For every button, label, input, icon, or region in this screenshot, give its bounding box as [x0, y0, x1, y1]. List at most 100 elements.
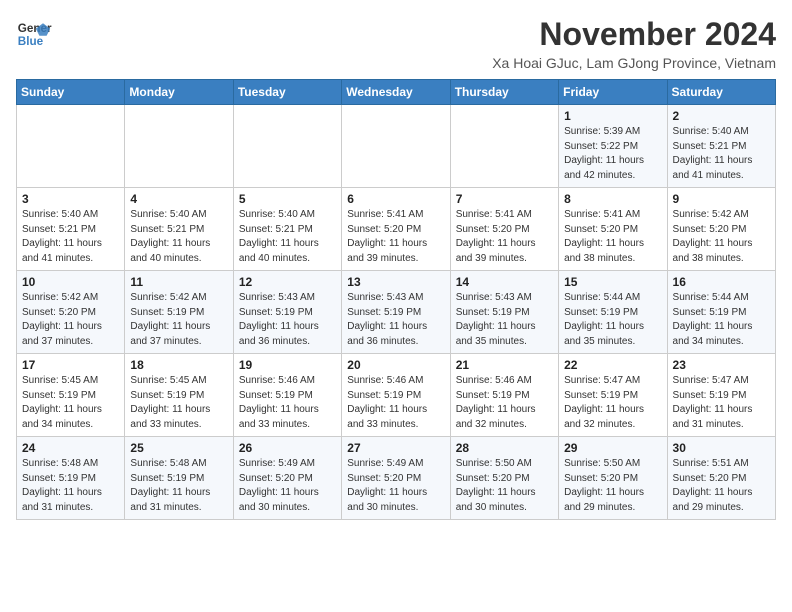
day-number: 3 — [22, 192, 119, 206]
day-info: Sunrise: 5:41 AM Sunset: 5:20 PM Dayligh… — [347, 208, 444, 266]
day-cell: 27 Sunrise: 5:49 AM Sunset: 5:20 PM Dayli… — [342, 437, 450, 520]
day-number: 11 — [130, 275, 227, 289]
day-cell: 15Sunrise: 5:44 AM Sunset: 5:19 PM Dayli… — [559, 271, 667, 354]
col-header-saturday: Saturday — [667, 80, 775, 105]
day-info: Sunrise: 5:40 AM Sunset: 5:21 PM Dayligh… — [673, 125, 770, 183]
day-info: Sunrise: 5:44 AM Sunset: 5:19 PM Dayligh… — [673, 291, 770, 349]
calendar-header-row: SundayMondayTuesdayWednesdayThursdayFrid… — [17, 80, 776, 105]
day-info: Sunrise: 5:48 AM Sunset: 5:19 PM Dayligh… — [22, 457, 119, 515]
day-info: Sunrise: 5:46 AM Sunset: 5:19 PM Dayligh… — [239, 374, 336, 432]
day-cell: 12 Sunrise: 5:43 AM Sunset: 5:19 PM Dayli… — [233, 271, 341, 354]
day-cell: 2Sunrise: 5:40 AM Sunset: 5:21 PM Daylig… — [667, 105, 775, 188]
day-cell — [125, 105, 233, 188]
week-row-1: 1Sunrise: 5:39 AM Sunset: 5:22 PM Daylig… — [17, 105, 776, 188]
calendar-table: SundayMondayTuesdayWednesdayThursdayFrid… — [16, 79, 776, 520]
day-number: 8 — [564, 192, 661, 206]
day-number: 27 — [347, 441, 444, 455]
col-header-wednesday: Wednesday — [342, 80, 450, 105]
day-info: Sunrise: 5:42 AM Sunset: 5:20 PM Dayligh… — [673, 208, 770, 266]
day-info: Sunrise: 5:41 AM Sunset: 5:20 PM Dayligh… — [564, 208, 661, 266]
day-cell: 3 Sunrise: 5:40 AM Sunset: 5:21 PM Daylig… — [17, 188, 125, 271]
day-cell — [342, 105, 450, 188]
day-number: 9 — [673, 192, 770, 206]
day-info: Sunrise: 5:46 AM Sunset: 5:19 PM Dayligh… — [347, 374, 444, 432]
day-number: 30 — [673, 441, 770, 455]
week-row-5: 24 Sunrise: 5:48 AM Sunset: 5:19 PM Dayli… — [17, 437, 776, 520]
day-cell: 9 Sunrise: 5:42 AM Sunset: 5:20 PM Daylig… — [667, 188, 775, 271]
location-subtitle: Xa Hoai GJuc, Lam GJong Province, Vietna… — [492, 55, 776, 71]
day-cell: 6Sunrise: 5:41 AM Sunset: 5:20 PM Daylig… — [342, 188, 450, 271]
day-number: 29 — [564, 441, 661, 455]
day-number: 16 — [673, 275, 770, 289]
day-number: 1 — [564, 109, 661, 123]
col-header-monday: Monday — [125, 80, 233, 105]
day-cell: 19 Sunrise: 5:46 AM Sunset: 5:19 PM Dayli… — [233, 354, 341, 437]
svg-text:Blue: Blue — [18, 35, 44, 48]
day-info: Sunrise: 5:43 AM Sunset: 5:19 PM Dayligh… — [347, 291, 444, 349]
day-cell: 11Sunrise: 5:42 AM Sunset: 5:19 PM Dayli… — [125, 271, 233, 354]
day-cell: 4Sunrise: 5:40 AM Sunset: 5:21 PM Daylig… — [125, 188, 233, 271]
day-info: Sunrise: 5:49 AM Sunset: 5:20 PM Dayligh… — [239, 457, 336, 515]
day-cell — [233, 105, 341, 188]
week-row-2: 3 Sunrise: 5:40 AM Sunset: 5:21 PM Daylig… — [17, 188, 776, 271]
day-number: 22 — [564, 358, 661, 372]
day-cell: 1Sunrise: 5:39 AM Sunset: 5:22 PM Daylig… — [559, 105, 667, 188]
day-cell: 25 Sunrise: 5:48 AM Sunset: 5:19 PM Dayli… — [125, 437, 233, 520]
day-cell: 16 Sunrise: 5:44 AM Sunset: 5:19 PM Dayli… — [667, 271, 775, 354]
day-info: Sunrise: 5:47 AM Sunset: 5:19 PM Dayligh… — [564, 374, 661, 432]
day-number: 5 — [239, 192, 336, 206]
day-info: Sunrise: 5:43 AM Sunset: 5:19 PM Dayligh… — [239, 291, 336, 349]
day-cell: 7 Sunrise: 5:41 AM Sunset: 5:20 PM Daylig… — [450, 188, 558, 271]
day-number: 13 — [347, 275, 444, 289]
day-cell: 22 Sunrise: 5:47 AM Sunset: 5:19 PM Dayli… — [559, 354, 667, 437]
day-cell: 30 Sunrise: 5:51 AM Sunset: 5:20 PM Dayli… — [667, 437, 775, 520]
day-cell: 8 Sunrise: 5:41 AM Sunset: 5:20 PM Daylig… — [559, 188, 667, 271]
day-cell: 21 Sunrise: 5:46 AM Sunset: 5:19 PM Dayli… — [450, 354, 558, 437]
day-info: Sunrise: 5:48 AM Sunset: 5:19 PM Dayligh… — [130, 457, 227, 515]
day-number: 28 — [456, 441, 553, 455]
day-number: 24 — [22, 441, 119, 455]
day-number: 7 — [456, 192, 553, 206]
day-info: Sunrise: 5:45 AM Sunset: 5:19 PM Dayligh… — [130, 374, 227, 432]
day-number: 14 — [456, 275, 553, 289]
logo-icon: General Blue — [16, 16, 52, 52]
col-header-sunday: Sunday — [17, 80, 125, 105]
day-number: 4 — [130, 192, 227, 206]
day-number: 10 — [22, 275, 119, 289]
day-number: 18 — [130, 358, 227, 372]
day-info: Sunrise: 5:49 AM Sunset: 5:20 PM Dayligh… — [347, 457, 444, 515]
day-info: Sunrise: 5:46 AM Sunset: 5:19 PM Dayligh… — [456, 374, 553, 432]
day-info: Sunrise: 5:50 AM Sunset: 5:20 PM Dayligh… — [564, 457, 661, 515]
day-number: 23 — [673, 358, 770, 372]
day-number: 17 — [22, 358, 119, 372]
day-cell: 17 Sunrise: 5:45 AM Sunset: 5:19 PM Dayli… — [17, 354, 125, 437]
title-block: November 2024 Xa Hoai GJuc, Lam GJong Pr… — [492, 16, 776, 71]
day-number: 21 — [456, 358, 553, 372]
day-cell: 10Sunrise: 5:42 AM Sunset: 5:20 PM Dayli… — [17, 271, 125, 354]
day-info: Sunrise: 5:45 AM Sunset: 5:19 PM Dayligh… — [22, 374, 119, 432]
day-cell: 24 Sunrise: 5:48 AM Sunset: 5:19 PM Dayli… — [17, 437, 125, 520]
day-info: Sunrise: 5:41 AM Sunset: 5:20 PM Dayligh… — [456, 208, 553, 266]
day-cell: 26 Sunrise: 5:49 AM Sunset: 5:20 PM Dayli… — [233, 437, 341, 520]
day-info: Sunrise: 5:40 AM Sunset: 5:21 PM Dayligh… — [239, 208, 336, 266]
day-cell: 20Sunrise: 5:46 AM Sunset: 5:19 PM Dayli… — [342, 354, 450, 437]
week-row-4: 17 Sunrise: 5:45 AM Sunset: 5:19 PM Dayli… — [17, 354, 776, 437]
day-info: Sunrise: 5:43 AM Sunset: 5:19 PM Dayligh… — [456, 291, 553, 349]
day-cell: 23 Sunrise: 5:47 AM Sunset: 5:19 PM Dayli… — [667, 354, 775, 437]
day-info: Sunrise: 5:40 AM Sunset: 5:21 PM Dayligh… — [22, 208, 119, 266]
day-number: 12 — [239, 275, 336, 289]
month-title: November 2024 — [492, 16, 776, 53]
col-header-tuesday: Tuesday — [233, 80, 341, 105]
day-cell: 14 Sunrise: 5:43 AM Sunset: 5:19 PM Dayli… — [450, 271, 558, 354]
day-cell: 29 Sunrise: 5:50 AM Sunset: 5:20 PM Dayli… — [559, 437, 667, 520]
day-cell: 28Sunrise: 5:50 AM Sunset: 5:20 PM Dayli… — [450, 437, 558, 520]
day-number: 19 — [239, 358, 336, 372]
day-info: Sunrise: 5:51 AM Sunset: 5:20 PM Dayligh… — [673, 457, 770, 515]
logo: General Blue — [16, 16, 52, 52]
day-cell: 18 Sunrise: 5:45 AM Sunset: 5:19 PM Dayli… — [125, 354, 233, 437]
day-number: 26 — [239, 441, 336, 455]
day-info: Sunrise: 5:47 AM Sunset: 5:19 PM Dayligh… — [673, 374, 770, 432]
day-cell — [17, 105, 125, 188]
day-number: 25 — [130, 441, 227, 455]
day-cell — [450, 105, 558, 188]
